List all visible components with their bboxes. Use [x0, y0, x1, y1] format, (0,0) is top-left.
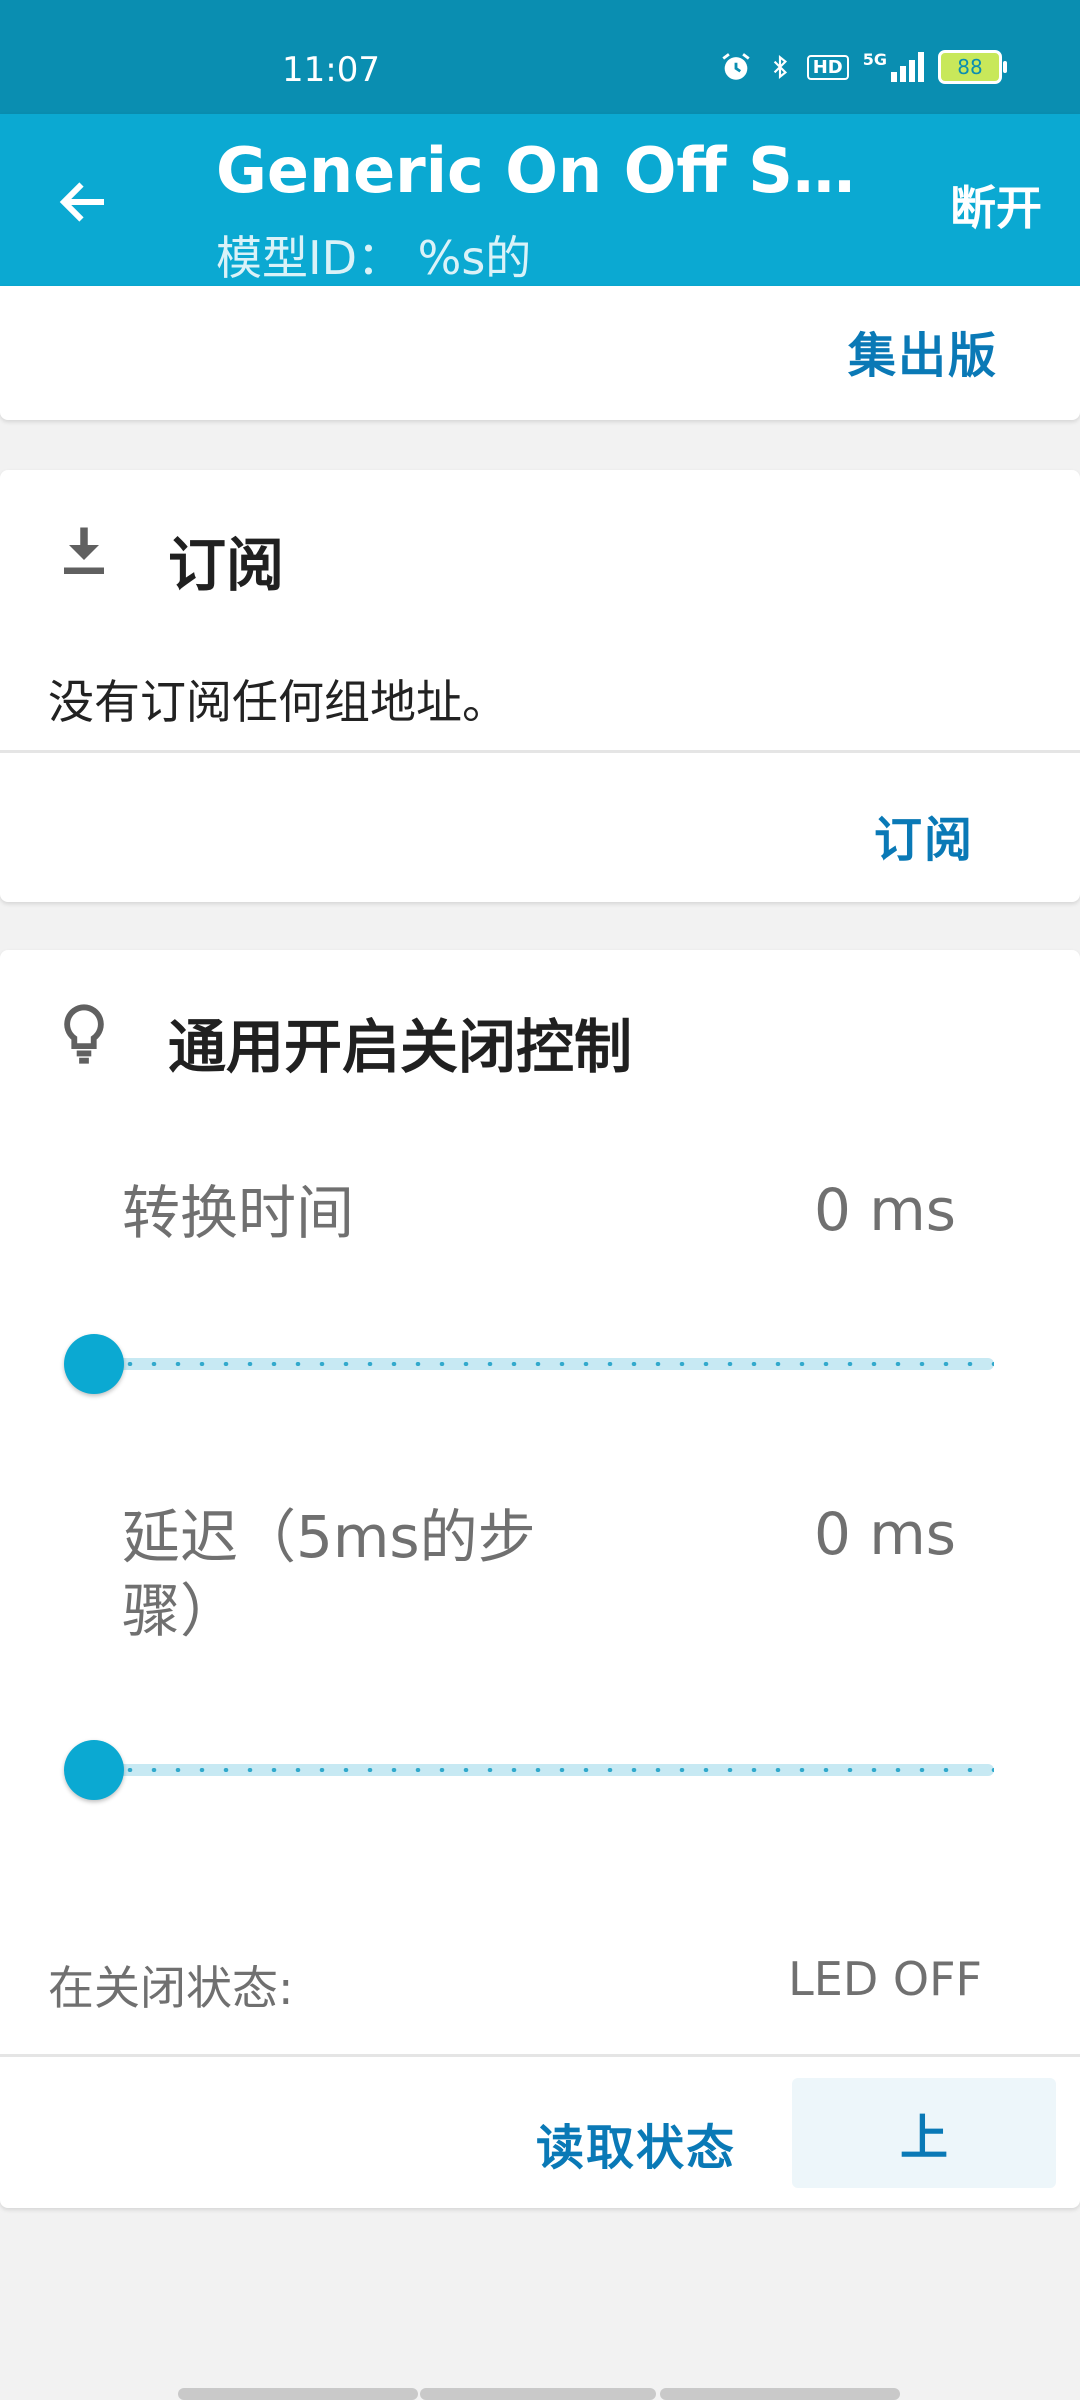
page-title: Generic On Off Ser... — [216, 134, 856, 207]
control-card: 通用开启关闭控制 转换时间 0 ms 延迟（5ms的步骤） 0 ms 在关闭状态… — [0, 950, 1080, 2208]
delay-label: 延迟（5ms的步骤） — [122, 1503, 536, 1645]
nav-handle[interactable] — [420, 2388, 656, 2400]
signal-icon — [891, 52, 924, 82]
status-time: 11:07 — [282, 50, 380, 90]
transition-time-slider[interactable] — [64, 1332, 994, 1396]
divider — [0, 2054, 1080, 2057]
lightbulb-icon — [64, 1004, 104, 1064]
subscription-title: 订阅 — [168, 531, 285, 599]
slider-ticks — [94, 1362, 994, 1366]
control-title: 通用开启关闭控制 — [168, 1013, 633, 1081]
arrow-left-icon[interactable] — [54, 172, 114, 232]
set-state-button[interactable]: 上 — [792, 2078, 1056, 2188]
app-bar: Generic On Off Ser... 模型ID： %s的 断开 — [0, 114, 1080, 286]
disconnect-button[interactable]: 断开 — [950, 172, 1042, 238]
network-type: 5G — [862, 50, 887, 69]
slider-ticks — [94, 1768, 994, 1772]
status-icons: HD 5G 88 — [719, 50, 1007, 84]
publication-card: 集出版 — [0, 286, 1080, 420]
nav-handle[interactable] — [660, 2388, 900, 2400]
transition-time-label: 转换时间 — [122, 1179, 355, 1247]
state-label: 在关闭状态: — [48, 1961, 294, 2015]
delay-slider[interactable] — [64, 1738, 994, 1802]
read-state-button[interactable]: 读取状态 — [536, 2108, 736, 2178]
set-publication-button[interactable]: 集出版 — [848, 316, 998, 386]
state-value: LED OFF — [788, 1952, 982, 2006]
divider — [0, 750, 1080, 753]
download-icon — [64, 527, 104, 574]
battery-icon: 88 — [938, 50, 1007, 84]
status-bar: 11:07 HD 5G 88 — [0, 0, 1080, 114]
subscribe-button[interactable]: 订阅 — [874, 800, 974, 870]
bluetooth-icon — [773, 54, 787, 80]
nav-handle[interactable] — [178, 2388, 418, 2400]
delay-value: 0 ms — [813, 1500, 956, 1568]
subscription-card: 订阅 没有订阅任何组地址。 订阅 — [0, 470, 1080, 902]
hd-icon: HD — [806, 54, 849, 80]
transition-time-value: 0 ms — [813, 1176, 956, 1244]
slider-thumb[interactable] — [64, 1740, 124, 1800]
page-subtitle: 模型ID： %s的 — [216, 231, 532, 285]
slider-thumb[interactable] — [64, 1334, 124, 1394]
alarm-icon — [722, 53, 750, 80]
subscription-message: 没有订阅任何组地址。 — [48, 675, 508, 729]
